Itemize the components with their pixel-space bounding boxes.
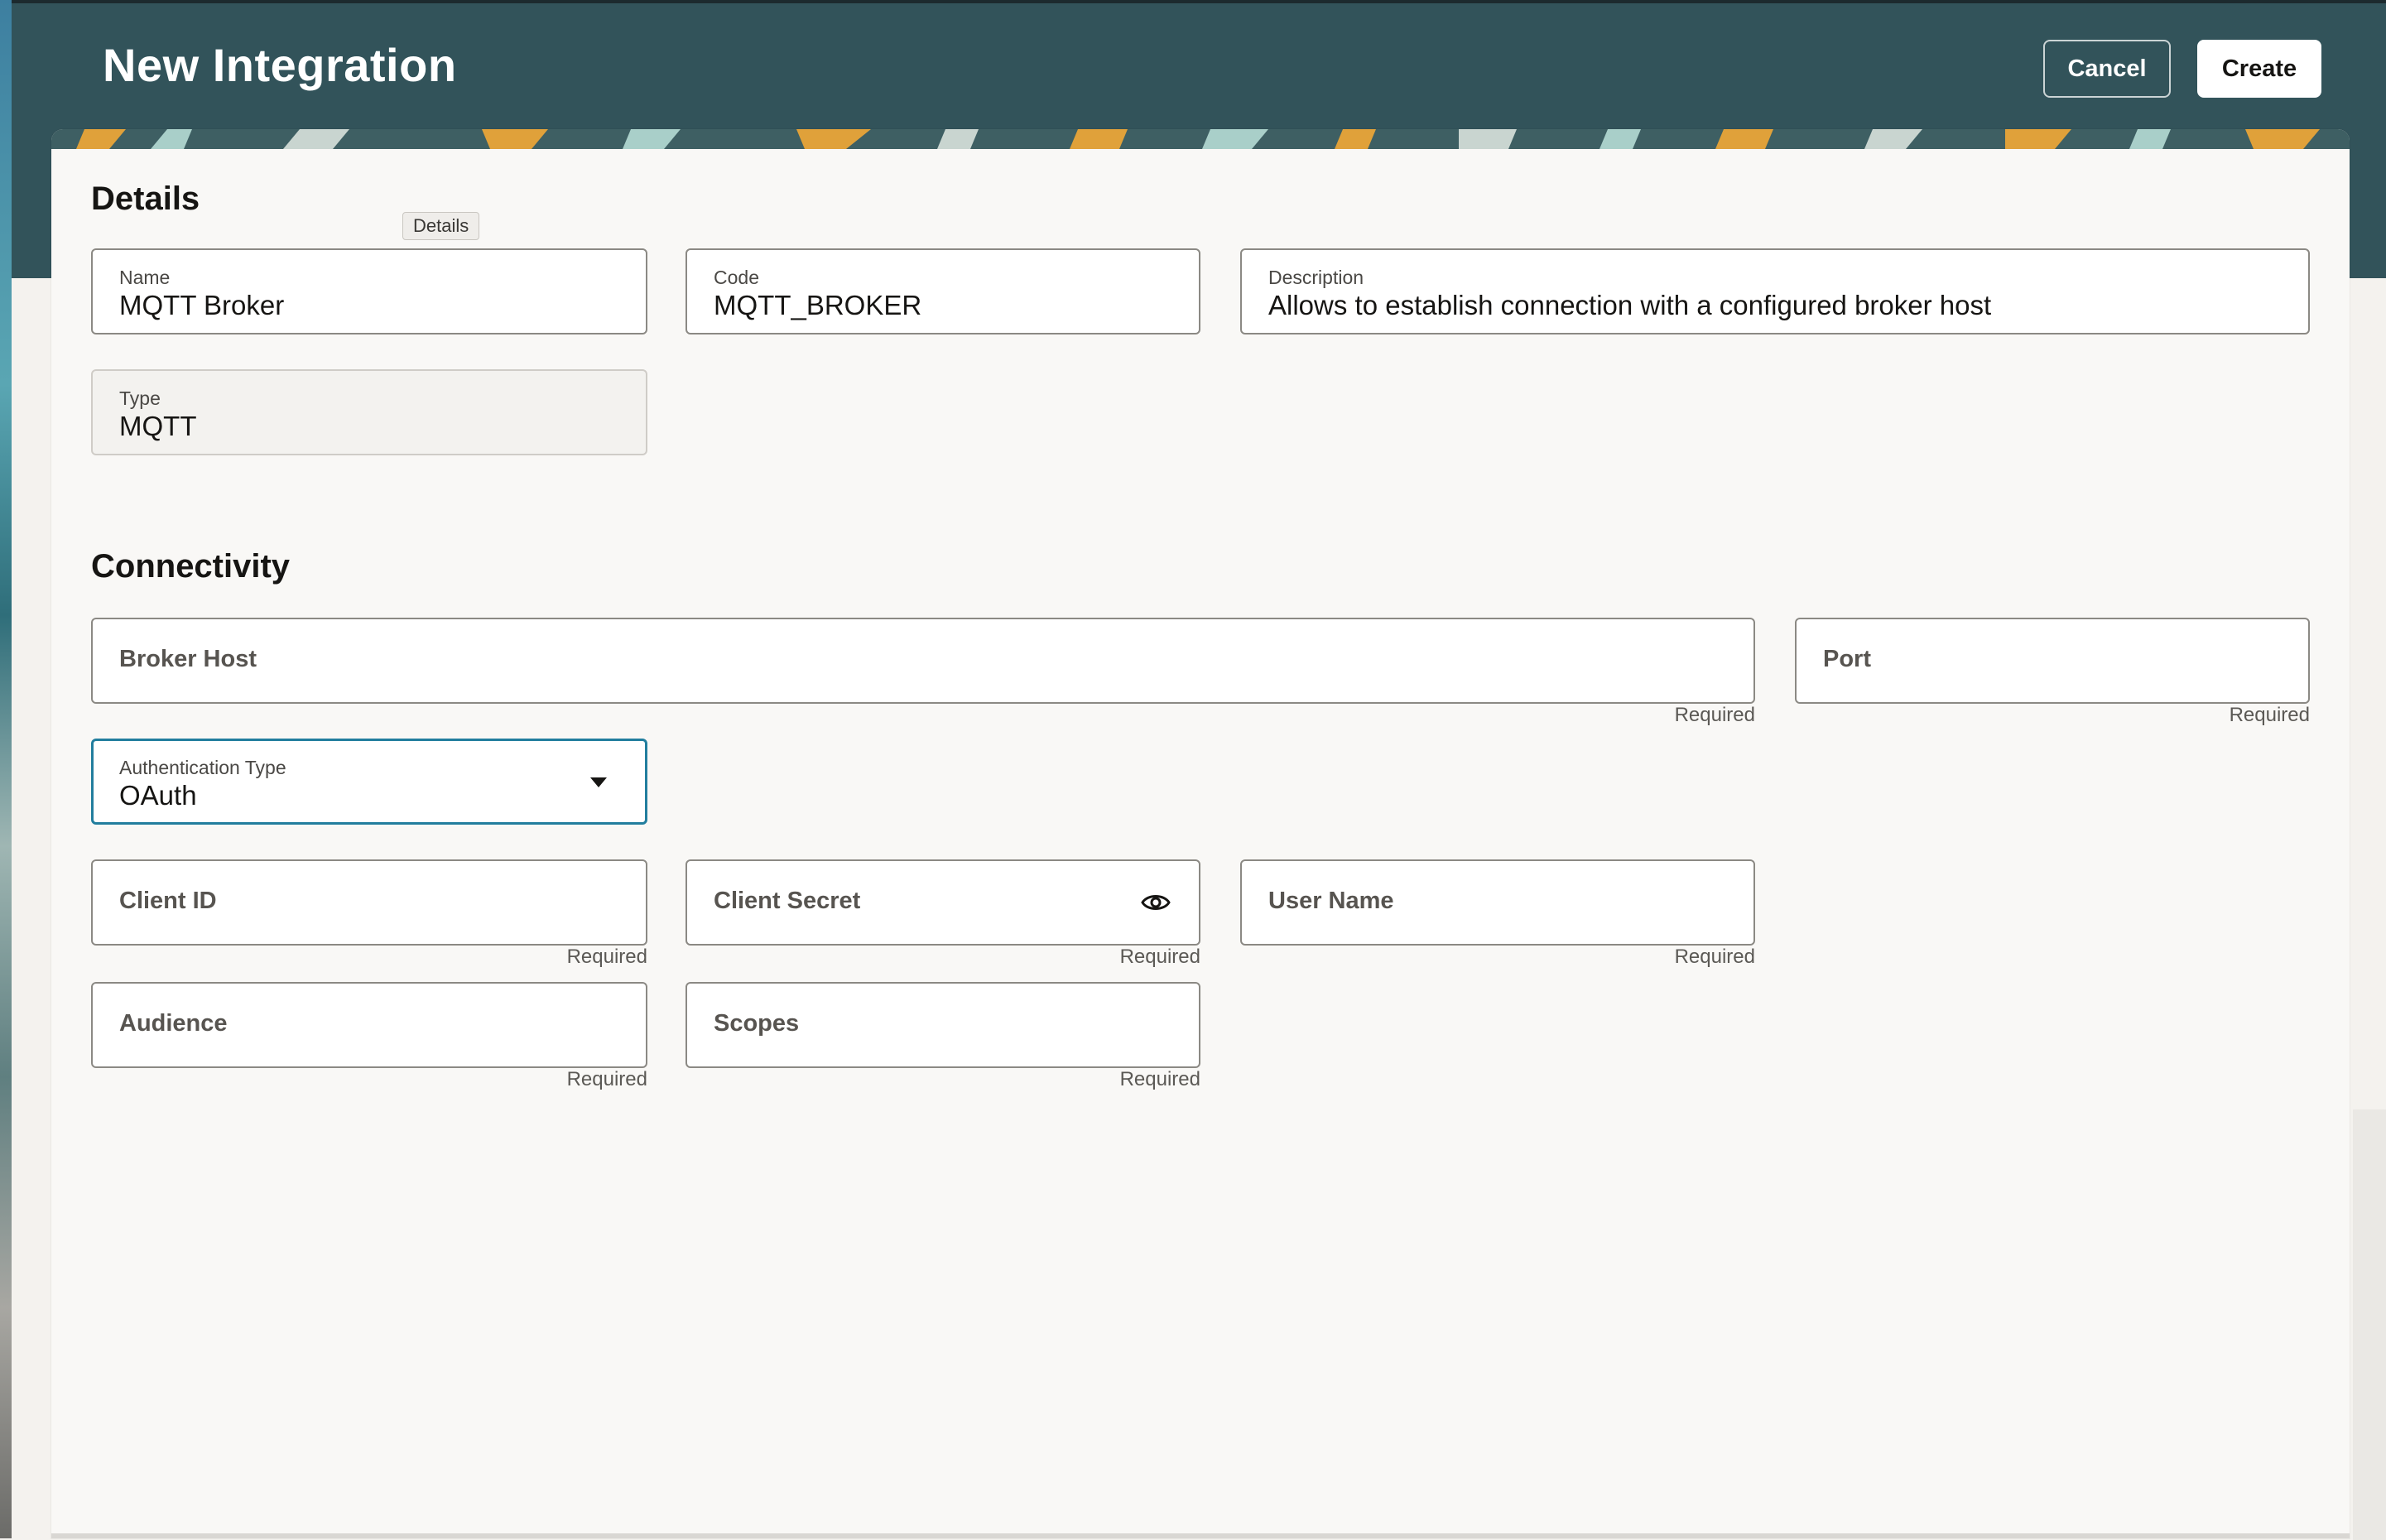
panel-bottom-edge	[51, 1533, 2350, 1538]
page-title: New Integration	[103, 39, 457, 91]
code-field-value: MQTT_BROKER	[714, 290, 922, 320]
broker-host-input[interactable]: Broker Host	[91, 618, 1755, 704]
audience-required-hint: Required	[566, 1068, 647, 1090]
name-field-value: MQTT Broker	[119, 290, 285, 320]
user-name-label: User Name	[1268, 888, 1394, 914]
type-field-label: Type	[119, 387, 161, 409]
port-input[interactable]: Port	[1795, 618, 2310, 704]
desktop-background	[0, 0, 12, 1538]
code-field-label: Code	[714, 267, 759, 288]
authentication-type-value: OAuth	[119, 780, 197, 811]
description-field-label: Description	[1268, 267, 1364, 288]
audience-input[interactable]: Audience	[91, 982, 647, 1068]
authentication-type-select[interactable]: Authentication Type OAuth	[91, 739, 647, 825]
broker-host-required-hint: Required	[1674, 704, 1755, 726]
client-id-required-hint: Required	[566, 946, 647, 968]
create-button[interactable]: Create	[2197, 40, 2321, 98]
cancel-button[interactable]: Cancel	[2043, 40, 2171, 98]
broker-host-label: Broker Host	[119, 646, 257, 672]
authentication-type-label: Authentication Type	[119, 757, 286, 778]
details-section-title: Details	[91, 180, 200, 217]
description-field[interactable]: Description Allows to establish connecti…	[1240, 248, 2310, 334]
client-secret-input[interactable]: Client Secret	[685, 859, 1200, 946]
client-id-label: Client ID	[119, 888, 217, 914]
desktop-background-right	[2353, 1109, 2386, 1540]
chevron-down-icon[interactable]	[590, 777, 607, 787]
user-name-required-hint: Required	[1674, 946, 1755, 968]
port-required-hint: Required	[2229, 704, 2310, 726]
scopes-label: Scopes	[714, 1010, 800, 1037]
name-field-label: Name	[119, 267, 171, 288]
type-field: Type MQTT	[91, 369, 647, 455]
client-secret-required-hint: Required	[1119, 946, 1200, 968]
decorative-pattern-banner	[51, 129, 2350, 149]
user-name-input[interactable]: User Name	[1240, 859, 1755, 946]
port-label: Port	[1823, 646, 1871, 672]
code-field[interactable]: Code MQTT_BROKER	[685, 248, 1200, 334]
eye-icon[interactable]	[1141, 891, 1171, 914]
type-field-value: MQTT	[119, 411, 197, 441]
client-id-input[interactable]: Client ID	[91, 859, 647, 946]
client-secret-label: Client Secret	[714, 888, 861, 914]
connectivity-section-title: Connectivity	[91, 548, 291, 585]
details-tooltip: Details	[402, 212, 480, 240]
scopes-input[interactable]: Scopes	[685, 982, 1200, 1068]
integration-form-panel: Details Details Name MQTT Broker Code MQ…	[51, 129, 2350, 1538]
scopes-required-hint: Required	[1119, 1068, 1200, 1090]
audience-label: Audience	[119, 1010, 228, 1037]
name-field[interactable]: Name MQTT Broker	[91, 248, 647, 334]
description-field-value: Allows to establish connection with a co…	[1268, 290, 1992, 320]
